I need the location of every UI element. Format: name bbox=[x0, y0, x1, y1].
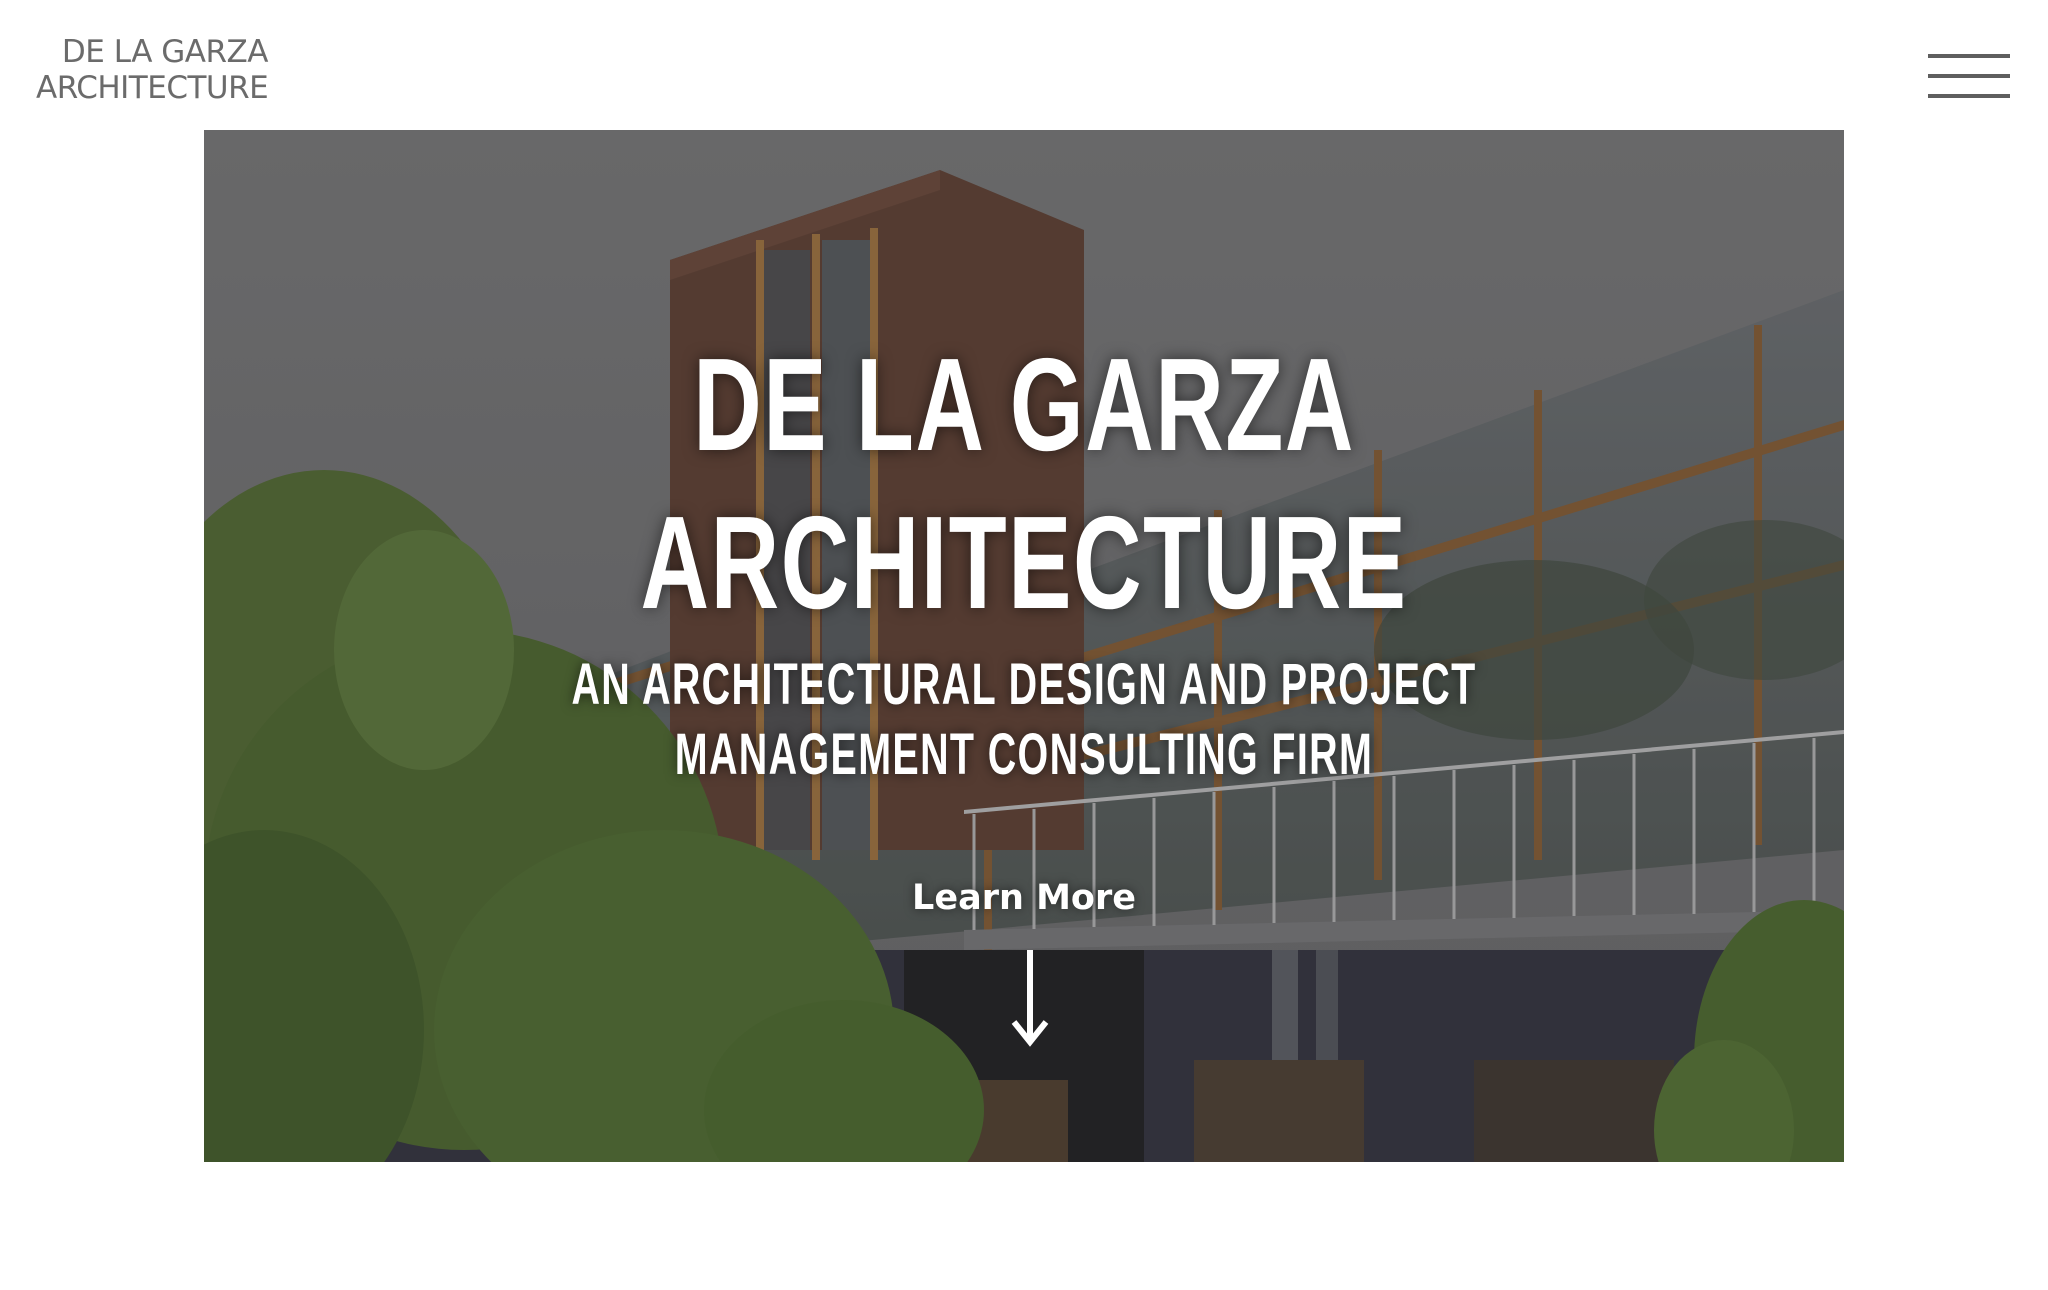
hero-subtitle-line-1: AN ARCHITECTURAL DESIGN AND PROJECT bbox=[571, 652, 1477, 717]
hamburger-menu-icon[interactable] bbox=[1928, 54, 2010, 102]
logo-line-1: DE LA GARZA bbox=[61, 34, 269, 70]
hero-section: DE LA GARZA ARCHITECTURE AN ARCHITECTURA… bbox=[204, 130, 1844, 1162]
hero-subtitle: AN ARCHITECTURAL DESIGN AND PROJECT MANA… bbox=[466, 650, 1581, 790]
menu-bar-middle bbox=[1928, 74, 2010, 78]
hero-title: DE LA GARZA ARCHITECTURE bbox=[434, 326, 1615, 642]
menu-bar-bottom bbox=[1928, 94, 2010, 98]
site-logo[interactable]: DE LA GARZA ARCHITECTURE bbox=[36, 34, 269, 106]
hero-title-line-1: DE LA GARZA bbox=[693, 331, 1355, 478]
hero-title-line-2: ARCHITECTURE bbox=[640, 489, 1408, 636]
hero-subtitle-line-2: MANAGEMENT CONSULTING FIRM bbox=[674, 722, 1374, 787]
learn-more-link[interactable]: Learn More bbox=[904, 876, 1144, 920]
logo-line-2: ARCHITECTURE bbox=[36, 70, 269, 106]
menu-bar-top bbox=[1928, 54, 2010, 58]
arrow-down-icon[interactable] bbox=[1010, 948, 1050, 1048]
